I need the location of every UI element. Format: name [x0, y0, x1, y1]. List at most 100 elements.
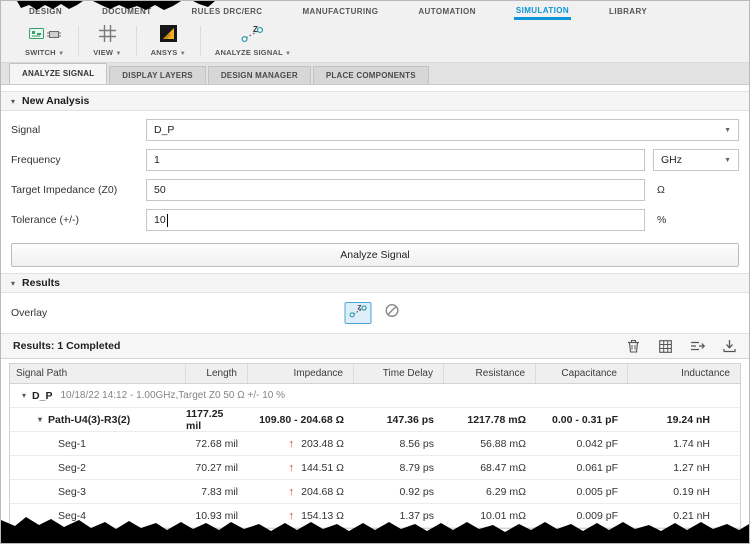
export-icon[interactable] — [689, 338, 705, 354]
results-section-header[interactable]: ▾ Results — [1, 273, 749, 293]
cell-time-delay: 0.92 ps — [399, 485, 434, 498]
table-row-segment[interactable]: Seg-1 72.68 mil ↑ 203.48 Ω 8.56 ps 56.88 … — [10, 432, 740, 456]
overlay-row: Overlay Z₀ — [11, 293, 739, 333]
delete-icon[interactable] — [625, 338, 641, 354]
tolerance-value: 10 — [154, 214, 166, 226]
ansys-tool-label: ANSYS — [150, 48, 178, 57]
segment-name: Seg-1 — [58, 437, 87, 450]
table-row-segment[interactable]: Seg-4 10.93 mil ↑ 154.13 Ω 1.37 ps 10.01 … — [10, 504, 740, 528]
view-tool-button[interactable]: VIEW ▼ — [81, 20, 133, 62]
tab-place-components[interactable]: PLACE COMPONENTS — [312, 66, 429, 84]
expand-caret-icon[interactable]: ▾ — [22, 391, 26, 400]
panel-tab-bar: ANALYZE SIGNAL DISPLAY LAYERS DESIGN MAN… — [1, 63, 749, 85]
dropdown-caret-icon: ▼ — [724, 156, 731, 164]
impedance-high-icon: ↑ — [288, 509, 295, 522]
ribbon-tab-manufacturing[interactable]: MANUFACTURING — [300, 3, 380, 20]
dropdown-caret-icon: ▼ — [285, 51, 292, 57]
dropdown-caret-icon: ▼ — [179, 51, 186, 57]
signal-row: Signal D_P ▼ — [11, 119, 739, 141]
toolbar-divider — [199, 26, 201, 56]
table-row-segment[interactable]: Seg-3 7.83 mil ↑ 204.68 Ω 0.92 ps 6.29 mΩ… — [10, 480, 740, 504]
board-icon — [28, 27, 44, 45]
table-row-segment[interactable]: Seg-2 70.27 mil ↑ 144.51 Ω 8.79 ps 68.47 … — [10, 456, 740, 480]
column-header-capacitance[interactable]: Capacitance — [536, 364, 628, 383]
table-view-icon[interactable] — [657, 338, 673, 354]
impedance-unit-label: Ω — [657, 184, 665, 196]
column-header-inductance[interactable]: Inductance — [628, 364, 740, 383]
analyze-signal-icon: Z₀ — [240, 24, 266, 48]
cell-impedance: 204.68 Ω — [301, 485, 344, 498]
tab-display-layers[interactable]: DISPLAY LAYERS — [109, 66, 206, 84]
overlay-off-button[interactable] — [379, 302, 406, 324]
ribbon-tab-design[interactable]: DESIGN — [27, 3, 64, 20]
ribbon-tab-bar: DESIGN DOCUMENT RULES DRC/ERC MANUFACTUR… — [1, 1, 749, 20]
cell-length: 10.93 mil — [195, 509, 238, 522]
group-meta: 10/18/22 14:12 - 1.00GHz,Target Z0 50 Ω … — [60, 390, 286, 401]
impedance-high-icon: ↑ — [288, 485, 295, 498]
cell-capacitance: 0.00 - 0.31 pF — [552, 413, 618, 426]
column-header-signal-path[interactable]: Signal Path — [10, 364, 186, 383]
cell-capacitance: 0.009 pF — [576, 509, 618, 522]
collapse-caret-icon: ▾ — [11, 96, 16, 106]
results-table: Signal Path Length Impedance Time Delay … — [9, 363, 741, 529]
overlay-label: Overlay — [11, 307, 48, 319]
cell-resistance: 6.29 mΩ — [486, 485, 526, 498]
cell-inductance: 1.74 nH — [673, 437, 710, 450]
cell-capacitance: 0.042 pF — [576, 437, 618, 450]
signal-select[interactable]: D_P ▼ — [146, 119, 739, 141]
cell-inductance: 0.21 nH — [673, 509, 710, 522]
frequency-label: Frequency — [11, 154, 61, 166]
switch-tool-button[interactable]: SWITCH ▼ — [13, 20, 76, 62]
impedance-high-icon: ↑ — [288, 437, 295, 450]
ribbon-tab-document[interactable]: DOCUMENT — [100, 3, 153, 20]
expand-caret-icon[interactable]: ▾ — [38, 415, 42, 424]
new-analysis-section-header[interactable]: ▾ New Analysis — [1, 91, 749, 111]
download-icon[interactable] — [721, 338, 737, 354]
cell-impedance: 109.80 - 204.68 Ω — [259, 413, 344, 426]
overlay-on-button[interactable]: Z₀ — [344, 302, 372, 324]
toolbar: SWITCH ▼ VIEW ▼ ANSYS ▼ ANALYZE SIGNAL ▼ — [1, 20, 749, 63]
group-name: D_P — [32, 389, 53, 402]
cell-inductance: 1.27 nH — [673, 461, 710, 474]
tab-design-manager[interactable]: DESIGN MANAGER — [207, 66, 311, 84]
column-header-impedance[interactable]: Impedance — [248, 364, 354, 383]
results-status: Results: 1 Completed — [13, 340, 121, 352]
dropdown-caret-icon: ▼ — [724, 126, 731, 134]
ribbon-tab-library[interactable]: LIBRARY — [607, 3, 649, 20]
section-title: New Analysis — [22, 95, 90, 107]
analyze-signal-button[interactable]: Analyze Signal — [11, 243, 739, 267]
column-header-length[interactable]: Length — [186, 364, 248, 383]
target-impedance-input[interactable] — [146, 179, 645, 201]
table-row-path[interactable]: ▾ Path-U4(3)-R3(2) 1177.25 mil 109.80 - … — [10, 408, 740, 432]
column-header-time-delay[interactable]: Time Delay — [354, 364, 444, 383]
frequency-input[interactable] — [146, 149, 645, 171]
target-impedance-row: Target Impedance (Z0) Ω — [11, 179, 739, 201]
cell-inductance: 0.19 nH — [673, 485, 710, 498]
cell-resistance: 1217.78 mΩ — [467, 413, 526, 426]
analyze-signal-tool-label: ANALYZE SIGNAL — [214, 48, 283, 57]
ribbon-tab-automation[interactable]: AUTOMATION — [416, 3, 477, 20]
cell-length: 72.68 mil — [195, 437, 238, 450]
cell-length: 1177.25 mil — [186, 407, 224, 432]
segment-name: Seg-3 — [58, 485, 87, 498]
cell-impedance: 203.48 Ω — [301, 437, 344, 450]
frequency-row: Frequency GHz ▼ — [11, 149, 739, 171]
ribbon-tab-simulation[interactable]: SIMULATION — [513, 2, 572, 20]
cell-resistance: 68.47 mΩ — [480, 461, 526, 474]
ribbon-tab-rules[interactable]: RULES DRC/ERC — [190, 3, 265, 20]
cell-time-delay: 8.56 ps — [399, 437, 434, 450]
signal-overlay-icon: Z₀ — [348, 303, 368, 323]
analyze-signal-tool-button[interactable]: Z₀ ANALYZE SIGNAL ▼ — [203, 20, 303, 62]
cell-impedance: 154.13 Ω — [301, 509, 344, 522]
tab-analyze-signal[interactable]: ANALYZE SIGNAL — [9, 63, 108, 84]
table-row-group[interactable]: ▾ D_P 10/18/22 14:12 - 1.00GHz,Target Z0… — [10, 384, 740, 408]
cell-resistance: 10.01 mΩ — [480, 509, 526, 522]
ansys-tool-button[interactable]: ANSYS ▼ — [139, 20, 198, 62]
column-header-resistance[interactable]: Resistance — [444, 364, 536, 383]
cell-resistance: 56.88 mΩ — [480, 437, 526, 450]
ansys-logo-icon — [159, 25, 177, 47]
frequency-unit-select[interactable]: GHz ▼ — [653, 149, 739, 171]
table-header-row: Signal Path Length Impedance Time Delay … — [10, 364, 740, 384]
target-impedance-label: Target Impedance (Z0) — [11, 184, 118, 196]
tolerance-input[interactable]: 10 — [146, 209, 645, 231]
